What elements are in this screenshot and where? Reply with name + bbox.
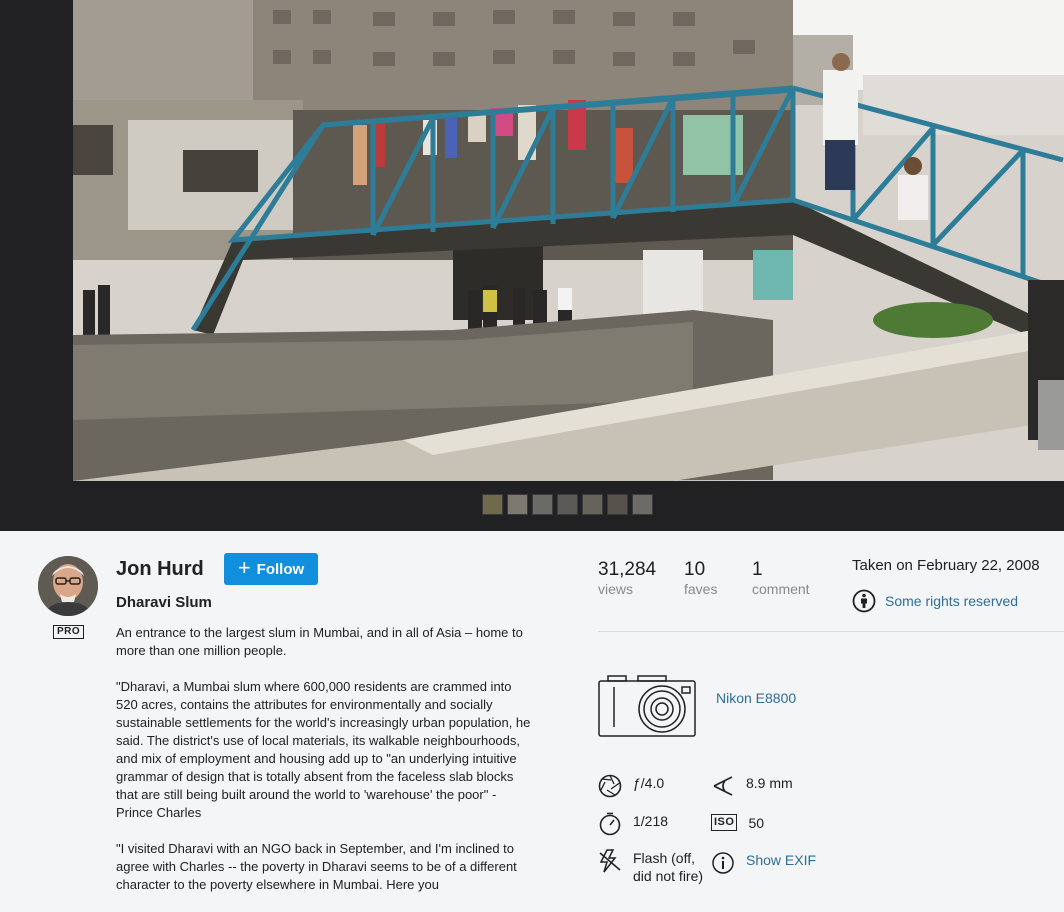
attribution-icon <box>852 589 876 613</box>
faves-count: 10 <box>684 559 706 580</box>
thumbnail[interactable] <box>482 494 503 515</box>
views-count: 31,284 <box>598 559 657 580</box>
comments-label: comment <box>752 581 810 597</box>
plus-icon: + <box>237 555 251 580</box>
thumbnail[interactable] <box>632 494 653 515</box>
owner-avatar[interactable] <box>38 556 98 616</box>
thumbnail[interactable] <box>532 494 553 515</box>
info-icon <box>712 852 734 874</box>
shutter-row: 1/218 <box>598 812 668 836</box>
focal-length-icon <box>713 776 733 796</box>
thumbnail[interactable] <box>607 494 628 515</box>
description-paragraph: "Dharavi, a Mumbai slum where 600,000 re… <box>116 679 531 820</box>
flash-value-line1: Flash (off, <box>633 850 695 866</box>
flash-value-line2: did not fire) <box>633 868 704 884</box>
follow-label: Follow <box>256 560 305 578</box>
faves-stat[interactable]: 10 faves <box>684 559 717 597</box>
description-paragraph: "I visited Dharavi with an NGO back in S… <box>116 841 517 892</box>
description-paragraph: An entrance to the largest slum in Mumba… <box>116 625 523 658</box>
thumbnail[interactable] <box>557 494 578 515</box>
comments-stat[interactable]: 1 comment <box>752 559 810 597</box>
license-label: Some rights reserved <box>885 593 1019 609</box>
thumbnail[interactable] <box>507 494 528 515</box>
comments-count: 1 <box>752 559 763 580</box>
shutter-speed-icon <box>599 812 621 836</box>
faves-label: faves <box>684 581 718 597</box>
pro-badge: PRO <box>53 625 85 639</box>
camera-icon <box>598 675 696 737</box>
thumbnail[interactable] <box>582 494 603 515</box>
aperture-value: ƒ/4.0 <box>633 775 665 791</box>
show-exif-link[interactable]: Show EXIF <box>746 851 816 869</box>
photo-description: An entrance to the largest slum in Mumba… <box>116 624 536 912</box>
flash-row: Flash (off, did not fire) <box>598 849 703 885</box>
views-label: views <box>598 581 634 597</box>
photostream-strip <box>482 494 653 516</box>
iso-value: 50 <box>748 815 765 831</box>
date-taken[interactable]: Taken on February 22, 2008 <box>852 557 1040 574</box>
shutter-value: 1/218 <box>633 813 669 829</box>
aperture-icon <box>598 774 622 798</box>
flash-icon <box>599 849 621 873</box>
iso-row: ISO 50 <box>711 814 764 832</box>
camera-model-link[interactable]: Nikon E8800 <box>716 690 796 706</box>
show-exif-row[interactable]: Show EXIF <box>711 851 816 875</box>
photo-title: Dharavi Slum <box>116 594 212 611</box>
iso-icon: ISO <box>711 814 738 831</box>
views-stat: 31,284 views <box>598 559 656 597</box>
main-photo[interactable] <box>73 0 1064 481</box>
license-link[interactable]: Some rights reserved <box>852 589 1018 613</box>
focal-length-row: 8.9 mm <box>711 774 793 798</box>
divider <box>598 631 1064 632</box>
aperture-row: ƒ/4.0 <box>598 774 664 798</box>
owner-name[interactable]: Jon Hurd <box>116 558 204 581</box>
focal-length-value: 8.9 mm <box>746 775 793 791</box>
follow-button[interactable]: + Follow <box>224 553 318 585</box>
photo-viewer <box>0 0 1064 531</box>
